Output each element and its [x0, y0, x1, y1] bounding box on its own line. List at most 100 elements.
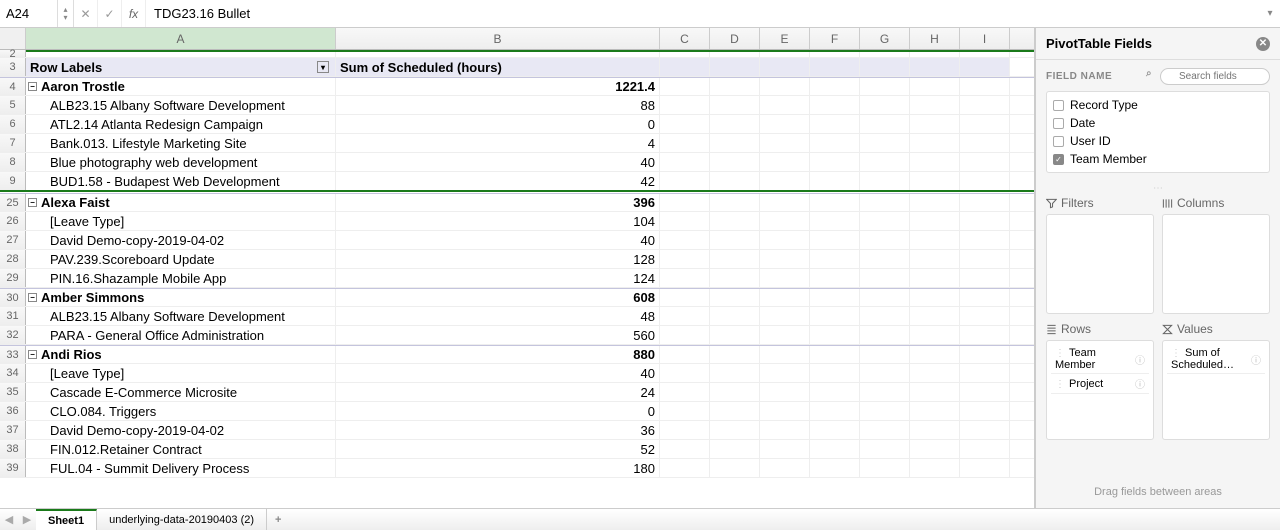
cell[interactable]: −Alexa Faist: [26, 194, 336, 211]
cell[interactable]: David Demo-copy-2019-04-02: [26, 231, 336, 249]
cell[interactable]: 40: [336, 153, 660, 171]
area-field-pill[interactable]: ⋮Sum of Scheduled…ⓘ: [1167, 345, 1265, 374]
cell[interactable]: 52: [336, 440, 660, 458]
cell[interactable]: FIN.012.Retainer Contract: [26, 440, 336, 458]
cell[interactable]: PARA - General Office Administration: [26, 326, 336, 344]
cell[interactable]: [810, 307, 860, 325]
cell[interactable]: [910, 421, 960, 439]
row-number[interactable]: 25: [0, 194, 26, 211]
spreadsheet-grid[interactable]: A B C D E F G H I 23Row Labels▾Sum of Sc…: [0, 28, 1035, 508]
cell[interactable]: 560: [336, 326, 660, 344]
cell[interactable]: [760, 172, 810, 190]
row-number[interactable]: 30: [0, 289, 26, 306]
field-item[interactable]: User ID: [1053, 132, 1263, 150]
cell[interactable]: 42: [336, 172, 660, 190]
cell[interactable]: [710, 346, 760, 363]
cell[interactable]: [660, 115, 710, 133]
col-header-B[interactable]: B: [336, 28, 660, 49]
info-icon[interactable]: ⓘ: [1135, 376, 1145, 391]
cell[interactable]: [960, 289, 1010, 306]
cell[interactable]: [660, 231, 710, 249]
cell[interactable]: 608: [336, 289, 660, 306]
cell[interactable]: PAV.239.Scoreboard Update: [26, 250, 336, 268]
cell[interactable]: [810, 250, 860, 268]
collapse-button[interactable]: −: [28, 350, 37, 359]
tab-nav-next[interactable]: ▶: [18, 513, 36, 526]
cell[interactable]: ALB23.15 Albany Software Development: [26, 96, 336, 114]
cell[interactable]: CLO.084. Triggers: [26, 402, 336, 420]
cell[interactable]: BUD1.58 - Budapest Web Development: [26, 172, 336, 190]
cell[interactable]: PIN.16.Shazample Mobile App: [26, 269, 336, 287]
cell[interactable]: [860, 346, 910, 363]
cell[interactable]: [660, 78, 710, 95]
name-box-stepper[interactable]: ▴ ▾: [58, 0, 74, 27]
cell[interactable]: [710, 326, 760, 344]
cell[interactable]: [660, 289, 710, 306]
cell[interactable]: [960, 78, 1010, 95]
cell[interactable]: [Leave Type]: [26, 364, 336, 382]
cell[interactable]: [660, 402, 710, 420]
row-number[interactable]: 38: [0, 440, 26, 458]
cell[interactable]: −Amber Simmons: [26, 289, 336, 306]
cell[interactable]: David Demo-copy-2019-04-02: [26, 421, 336, 439]
cell[interactable]: [710, 307, 760, 325]
cell[interactable]: [810, 289, 860, 306]
cell[interactable]: [710, 289, 760, 306]
cell[interactable]: [860, 364, 910, 382]
cell[interactable]: [860, 153, 910, 171]
cell[interactable]: 0: [336, 115, 660, 133]
cell[interactable]: [710, 96, 760, 114]
row-number[interactable]: 37: [0, 421, 26, 439]
name-box[interactable]: A24: [0, 0, 58, 27]
cell[interactable]: [860, 459, 910, 477]
formula-expand-button[interactable]: ▾: [1260, 8, 1280, 19]
search-fields-input[interactable]: [1160, 68, 1270, 85]
cell[interactable]: [710, 212, 760, 230]
cell[interactable]: [860, 289, 910, 306]
rows-drop-area[interactable]: ⋮Team Memberⓘ⋮Projectⓘ: [1046, 340, 1154, 440]
cell[interactable]: [760, 194, 810, 211]
cell[interactable]: [960, 346, 1010, 363]
col-header-E[interactable]: E: [760, 28, 810, 49]
cell[interactable]: [960, 402, 1010, 420]
row-number[interactable]: 7: [0, 134, 26, 152]
cell[interactable]: [760, 459, 810, 477]
row-number[interactable]: 32: [0, 326, 26, 344]
cell[interactable]: [860, 231, 910, 249]
cell[interactable]: [810, 115, 860, 133]
values-drop-area[interactable]: ⋮Sum of Scheduled…ⓘ: [1162, 340, 1270, 440]
cell[interactable]: −Andi Rios: [26, 346, 336, 363]
field-item[interactable]: Date: [1053, 114, 1263, 132]
cell[interactable]: 48: [336, 307, 660, 325]
formula-accept-button[interactable]: ✓: [98, 0, 122, 27]
cell[interactable]: [910, 269, 960, 287]
col-header-G[interactable]: G: [860, 28, 910, 49]
cell[interactable]: [810, 346, 860, 363]
cell[interactable]: [760, 58, 810, 76]
cell[interactable]: [960, 440, 1010, 458]
cell[interactable]: [910, 231, 960, 249]
cell[interactable]: [960, 212, 1010, 230]
cell[interactable]: [910, 383, 960, 401]
collapse-button[interactable]: −: [28, 198, 37, 207]
cell[interactable]: Row Labels▾: [26, 58, 336, 76]
add-sheet-button[interactable]: +: [267, 514, 289, 526]
cell[interactable]: [960, 421, 1010, 439]
cell[interactable]: [810, 58, 860, 76]
cell[interactable]: [660, 172, 710, 190]
insert-function-button[interactable]: fx: [122, 0, 146, 27]
field-item[interactable]: ✓Team Member: [1053, 150, 1263, 168]
cell[interactable]: [760, 346, 810, 363]
cell[interactable]: [960, 307, 1010, 325]
field-checkbox[interactable]: [1053, 118, 1064, 129]
cell[interactable]: [760, 78, 810, 95]
cell[interactable]: 40: [336, 231, 660, 249]
cell[interactable]: 104: [336, 212, 660, 230]
cell[interactable]: 180: [336, 459, 660, 477]
cell[interactable]: ALB23.15 Albany Software Development: [26, 307, 336, 325]
cell[interactable]: [860, 269, 910, 287]
cell[interactable]: [960, 115, 1010, 133]
row-number[interactable]: 39: [0, 459, 26, 477]
cell[interactable]: [860, 96, 910, 114]
cell[interactable]: [710, 364, 760, 382]
